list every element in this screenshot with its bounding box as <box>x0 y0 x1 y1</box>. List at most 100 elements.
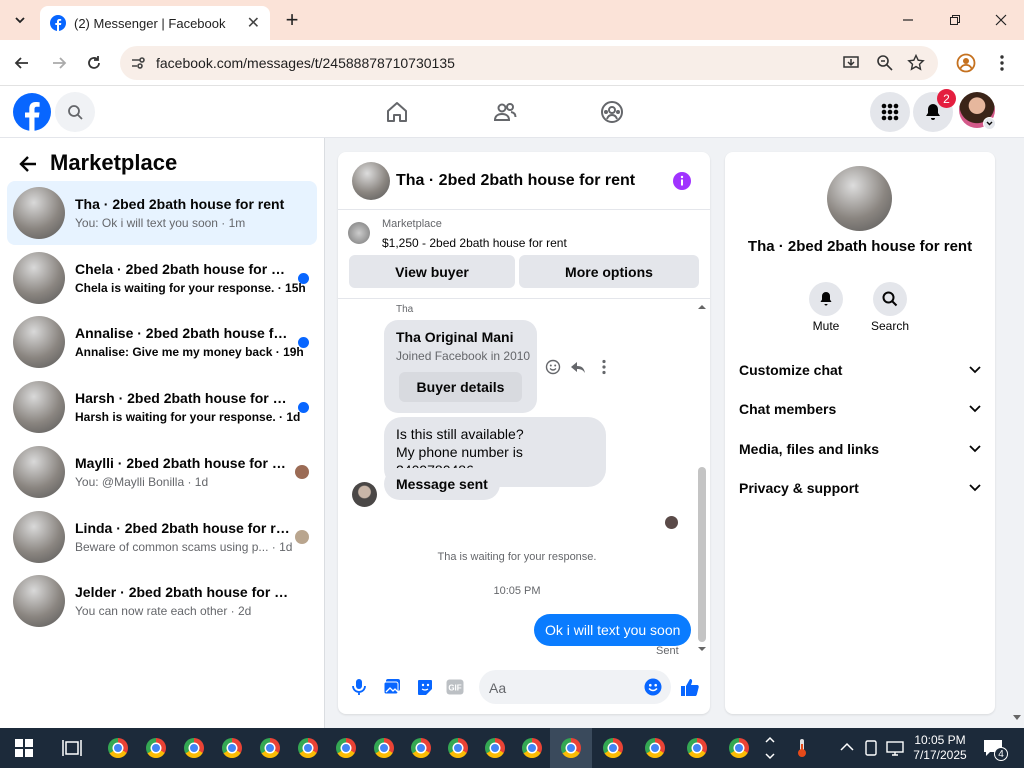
section-customize-chat[interactable]: Customize chat <box>739 358 981 382</box>
conversation-item-jelder[interactable]: Jelder · 2bed 2bath house for rent You ca… <box>7 569 317 633</box>
gif-icon[interactable]: GIF <box>446 679 464 695</box>
chrome-taskbar-icon[interactable] <box>184 738 204 758</box>
chrome-taskbar-icon[interactable] <box>485 738 505 758</box>
browser-menu-icon[interactable] <box>990 51 1014 75</box>
zoom-icon[interactable] <box>876 54 894 72</box>
photo-icon[interactable] <box>383 678 401 695</box>
chat-title[interactable]: Tha · 2bed 2bath house for rent <box>396 172 635 190</box>
scroll-down-icon[interactable] <box>696 646 708 654</box>
tab-search-chevron-icon[interactable] <box>8 8 32 32</box>
restore-icon[interactable] <box>943 8 967 32</box>
scroll-thumb[interactable] <box>698 467 706 642</box>
chat-avatar[interactable] <box>352 162 390 200</box>
minimize-icon[interactable] <box>896 8 920 32</box>
weather-thermometer-icon[interactable] <box>794 738 810 758</box>
facebook-favicon-icon <box>50 15 66 31</box>
info-icon[interactable] <box>672 171 692 191</box>
site-info-icon[interactable] <box>130 55 146 71</box>
back-arrow-icon[interactable] <box>18 154 38 174</box>
profile-icon[interactable] <box>954 51 978 75</box>
reload-icon[interactable] <box>82 51 106 75</box>
clock-time: 10:05 PM <box>914 733 966 747</box>
conversation-item-tha[interactable]: Tha · 2bed 2bath house for rent You: Ok i… <box>7 181 317 245</box>
chrome-taskbar-icon[interactable] <box>298 738 318 758</box>
unread-dot <box>298 337 309 348</box>
listing-summary[interactable]: $1,250 - 2bed 2bath house for rent <box>382 236 567 250</box>
reply-icon[interactable] <box>570 359 586 375</box>
conversation-item-linda[interactable]: Linda · 2bed 2bath house for rent Beware … <box>7 505 317 569</box>
new-tab-icon[interactable]: + <box>280 7 304 32</box>
chrome-taskbar-icon[interactable] <box>687 738 707 758</box>
sticker-icon[interactable] <box>416 678 434 696</box>
clock[interactable]: 10:05 PM 7/17/2025 <box>905 733 975 763</box>
forward-icon[interactable] <box>47 51 71 75</box>
conversation-preview: Annalise: Give me my money back · 19h <box>75 345 304 359</box>
like-thumb-icon[interactable] <box>680 677 700 697</box>
section-chat-members[interactable]: Chat members <box>739 397 981 421</box>
account-chevron-icon[interactable] <box>983 117 996 130</box>
conversation-preview: Chela is waiting for your response. · 15… <box>75 281 306 295</box>
chrome-taskbar-icon[interactable] <box>645 738 665 758</box>
conversation-item-annalise[interactable]: Annalise · 2bed 2bath house for ... Annal… <box>7 310 317 374</box>
chrome-taskbar-icon[interactable] <box>222 738 242 758</box>
emoji-icon[interactable] <box>644 678 662 696</box>
section-media-files-links[interactable]: Media, files and links <box>739 437 981 461</box>
chrome-taskbar-icon[interactable] <box>603 738 623 758</box>
facebook-header: 2 <box>0 86 1024 138</box>
more-actions-icon[interactable] <box>601 359 607 375</box>
url-input[interactable]: facebook.com/messages/t/2458887871073013… <box>120 46 938 80</box>
chrome-taskbar-icon[interactable] <box>108 738 128 758</box>
chrome-taskbar-icon[interactable] <box>374 738 394 758</box>
conversation-item-chela[interactable]: Chela · 2bed 2bath house for rent Chela i… <box>7 246 317 310</box>
section-privacy-support[interactable]: Privacy & support <box>739 476 981 500</box>
facebook-logo-icon[interactable] <box>13 93 51 131</box>
view-buyer-button[interactable]: View buyer <box>349 255 515 288</box>
chrome-taskbar-icon[interactable] <box>411 738 431 758</box>
device-icon[interactable] <box>864 740 878 756</box>
chrome-taskbar-icon[interactable] <box>146 738 166 758</box>
home-icon[interactable] <box>385 100 409 124</box>
chat-scrollbar[interactable] <box>696 302 708 652</box>
system-tray-chevron-icon[interactable] <box>840 742 854 752</box>
message-input[interactable]: Aa <box>479 670 671 704</box>
chevron-down-icon <box>969 445 981 453</box>
listing-thumbnail <box>13 381 65 433</box>
buyer-card-name: Tha Original Mani <box>396 329 514 345</box>
bookmark-star-icon[interactable] <box>907 54 925 72</box>
sidebar-title: Marketplace <box>50 150 178 175</box>
chrome-taskbar-icon[interactable] <box>260 738 280 758</box>
taskbar-overflow-chevrons-icon[interactable] <box>764 732 776 764</box>
conversation-item-maylli[interactable]: Maylli · 2bed 2bath house for rent You: @… <box>7 440 317 504</box>
waiting-notice: Tha is waiting for your response. <box>437 551 597 563</box>
browser-tab[interactable]: (2) Messenger | Facebook ✕ <box>40 6 270 40</box>
more-options-button[interactable]: More options <box>519 255 699 288</box>
microphone-icon[interactable] <box>351 678 367 696</box>
sender-avatar[interactable] <box>352 482 377 507</box>
back-icon[interactable] <box>10 51 34 75</box>
chrome-taskbar-icon[interactable] <box>561 738 581 758</box>
network-icon[interactable] <box>886 740 904 756</box>
page-scroll-down-icon[interactable] <box>1012 714 1022 722</box>
buyer-details-button[interactable]: Buyer details <box>399 372 522 402</box>
task-view-icon[interactable] <box>62 739 82 757</box>
friends-icon[interactable] <box>493 100 517 124</box>
mute-button[interactable] <box>809 282 843 316</box>
chrome-taskbar-icon[interactable] <box>448 738 468 758</box>
install-app-icon[interactable] <box>842 54 860 72</box>
tab-close-icon[interactable]: ✕ <box>247 13 260 33</box>
scroll-up-icon[interactable] <box>696 302 708 310</box>
conversation-item-harsh[interactable]: Harsh · 2bed 2bath house for rent Harsh i… <box>7 375 317 439</box>
chrome-taskbar-icon[interactable] <box>729 738 749 758</box>
start-windows-icon[interactable] <box>15 739 33 757</box>
conversation-name: Maylli · 2bed 2bath house for rent <box>75 455 290 471</box>
close-window-icon[interactable] <box>989 8 1013 32</box>
chrome-taskbar-icon[interactable] <box>522 738 542 758</box>
react-smile-icon[interactable] <box>545 359 561 375</box>
facebook-search-icon[interactable] <box>55 92 95 132</box>
search-button[interactable] <box>873 282 907 316</box>
menu-grid-icon[interactable] <box>870 92 910 132</box>
message-sent-bubble: Message sent <box>384 468 500 500</box>
chrome-taskbar-icon[interactable] <box>336 738 356 758</box>
message-input-placeholder: Aa <box>489 680 507 696</box>
groups-icon[interactable] <box>600 100 624 124</box>
